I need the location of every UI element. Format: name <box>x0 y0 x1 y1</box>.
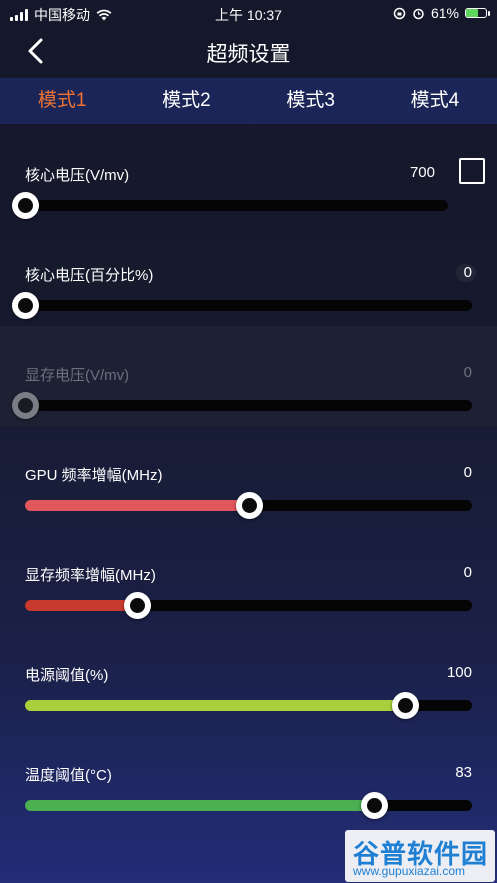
page-title: 超频设置 <box>206 43 291 66</box>
slider-label: 温度阈值(°C) <box>25 767 112 784</box>
slider-value: 0 <box>463 464 472 481</box>
slider-thumb[interactable] <box>392 692 419 719</box>
alarm-icon <box>413 8 424 19</box>
watermark-url: www.gupuxiazai.com <box>353 864 466 878</box>
slider-value: 0 <box>463 264 472 281</box>
slider-row: GPU 频率增幅(MHz) 0 <box>0 426 497 526</box>
slider-row: 核心电压(百分比%) 0 <box>0 226 497 326</box>
enable-checkbox[interactable] <box>459 158 485 184</box>
tab-mode-1[interactable]: 模式1 <box>0 78 124 124</box>
slider-value: 700 <box>409 164 435 181</box>
slider-row: 温度阈值(°C) 83 <box>0 726 497 826</box>
slider-label: 核心电压(百分比%) <box>25 267 154 284</box>
slider-thumb[interactable] <box>236 492 263 519</box>
slider-thumb[interactable] <box>12 292 39 319</box>
status-right: 61% <box>393 5 490 21</box>
nav-bar: 超频设置 <box>0 26 497 76</box>
slider-row: 显存电压(V/mv) 0 <box>0 326 497 426</box>
battery-icon <box>465 8 490 18</box>
tab-mode-2[interactable]: 模式2 <box>124 78 248 124</box>
slider-value: 0 <box>463 564 472 581</box>
slider-fill <box>25 800 374 811</box>
mode-tabs: 模式1 模式2 模式3 模式4 <box>0 78 497 124</box>
slider-track[interactable] <box>25 692 472 719</box>
slider-row: 核心电压(V/mv) 700 <box>0 126 497 226</box>
slider-track[interactable] <box>12 292 472 319</box>
watermark-logo: 谷普软件园 www.gupuxiazai.com <box>345 830 495 882</box>
tab-mode-3[interactable]: 模式3 <box>249 78 373 124</box>
slider-fill <box>25 500 249 511</box>
slider-value: 100 <box>446 664 472 681</box>
slider-track[interactable] <box>25 492 472 519</box>
slider-label: 核心电压(V/mv) <box>25 167 130 184</box>
slider-thumb[interactable] <box>12 192 39 219</box>
slider-track[interactable] <box>25 592 472 619</box>
rotation-lock-icon <box>393 7 406 19</box>
slider-row: 电源阈值(%) 100 <box>0 626 497 726</box>
slider-track[interactable] <box>25 792 472 819</box>
battery-percent: 61% <box>430 5 459 21</box>
slider-row: 显存频率增幅(MHz) 0 <box>0 526 497 626</box>
slider-fill <box>25 700 405 711</box>
slider-label: 显存频率增幅(MHz) <box>25 567 156 584</box>
slider-label: 显存电压(V/mv) <box>25 367 130 384</box>
slider-track[interactable] <box>12 392 472 419</box>
slider-thumb[interactable] <box>12 392 39 419</box>
status-bar: 中国移动 上午 10:37 61% <box>0 0 497 26</box>
slider-fill <box>25 600 137 611</box>
slider-track[interactable] <box>12 192 448 219</box>
slider-thumb[interactable] <box>361 792 388 819</box>
slider-label: GPU 频率增幅(MHz) <box>25 467 163 484</box>
slider-thumb[interactable] <box>124 592 151 619</box>
slider-label: 电源阈值(%) <box>25 667 109 684</box>
tab-mode-4[interactable]: 模式4 <box>373 78 497 124</box>
slider-value: 0 <box>463 364 472 381</box>
slider-value: 83 <box>455 764 472 781</box>
